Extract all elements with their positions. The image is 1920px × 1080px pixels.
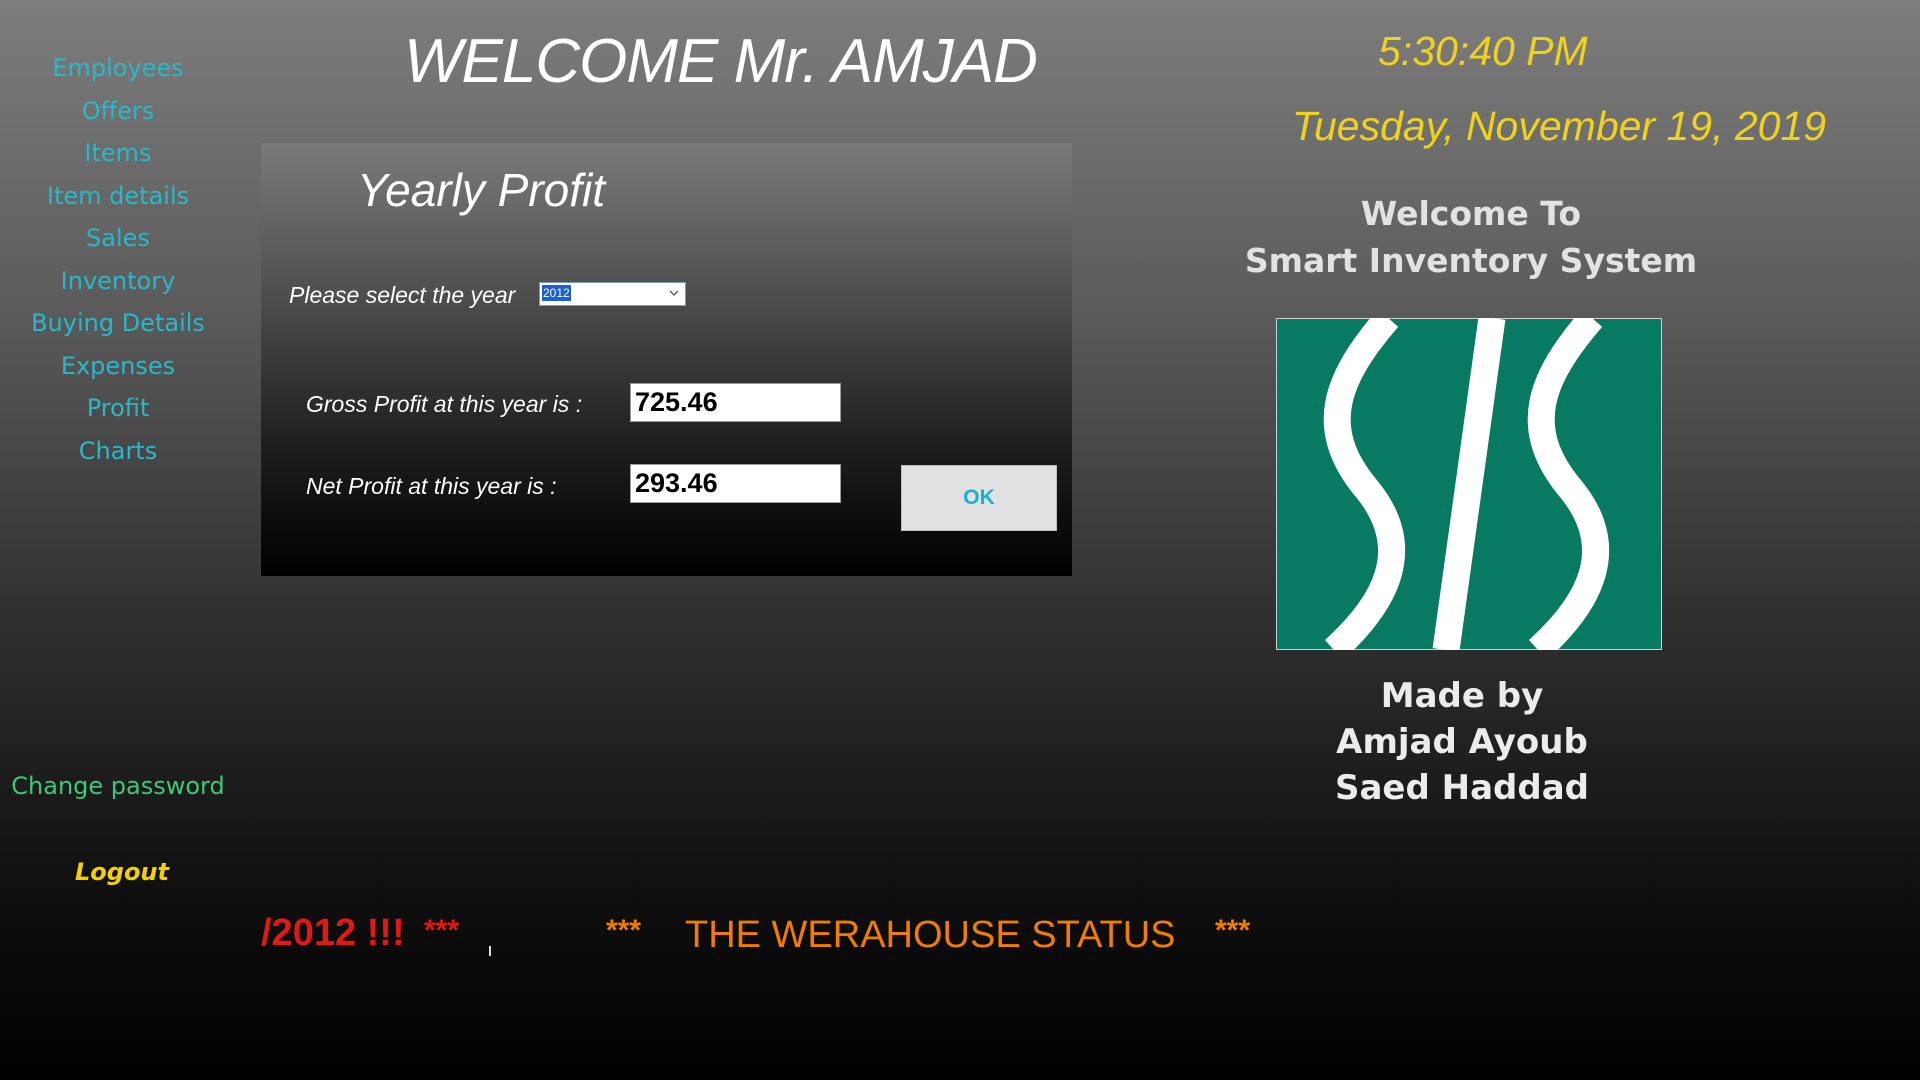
status-marquee: /2012 !!! *** *** THE WERAHOUSE STATUS *… — [261, 912, 1301, 968]
credits: Made by Amjad Ayoub Saed Haddad — [1232, 673, 1692, 811]
marquee-status-text: THE WERAHOUSE STATUS — [685, 914, 1176, 956]
panel-title: Yearly Profit — [357, 164, 605, 216]
marquee-stars-right: *** — [1215, 914, 1251, 947]
system-name-text: Smart Inventory System — [1244, 241, 1698, 280]
nav-items-link[interactable]: Items — [0, 135, 236, 178]
net-profit-label: Net Profit at this year is : — [306, 473, 557, 499]
nav-sales-link[interactable]: Sales — [0, 220, 236, 263]
welcome-heading: WELCOME Mr. AMJAD — [404, 27, 1038, 96]
author-name: Saed Haddad — [1334, 768, 1590, 808]
marquee-caret — [489, 946, 491, 956]
nav-expenses-link[interactable]: Expenses — [0, 348, 236, 391]
sidebar-nav: Employees Offers Items Item details Sale… — [0, 50, 236, 475]
nav-buying-details-link[interactable]: Buying Details — [0, 305, 236, 348]
year-select-value: 2012 — [542, 285, 571, 301]
year-select-label: Please select the year — [289, 282, 516, 308]
welcome-to-text: Welcome To — [1360, 194, 1582, 233]
logout-link[interactable]: Logout — [0, 858, 244, 886]
chevron-down-icon — [669, 290, 679, 296]
nav-inventory-link[interactable]: Inventory — [0, 263, 236, 306]
yearly-profit-panel: Yearly Profit Please select the year 201… — [261, 143, 1072, 576]
welcome-message: Welcome To Smart Inventory System — [1231, 190, 1711, 284]
gross-profit-field[interactable]: 725.46 — [630, 383, 841, 422]
marquee-alert-stars: *** — [424, 914, 460, 947]
nav-profit-link[interactable]: Profit — [0, 390, 236, 433]
marquee-stars-left: *** — [606, 914, 642, 947]
author-name: Amjad Ayoub — [1336, 722, 1588, 762]
nav-employees-link[interactable]: Employees — [0, 50, 236, 93]
nav-offers-link[interactable]: Offers — [0, 93, 236, 136]
marquee-alert-text: /2012 !!! — [261, 912, 405, 954]
made-by-text: Made by — [1380, 676, 1544, 716]
sis-logo — [1276, 318, 1662, 650]
clock-time: 5:30:40 PM — [1378, 28, 1588, 74]
nav-charts-link[interactable]: Charts — [0, 433, 236, 476]
gross-profit-label: Gross Profit at this year is : — [306, 391, 583, 417]
nav-item-details-link[interactable]: Item details — [0, 178, 236, 221]
clock-date: Tuesday, November 19, 2019 — [1292, 103, 1827, 149]
change-password-link[interactable]: Change password — [0, 772, 236, 800]
net-profit-field[interactable]: 293.46 — [630, 464, 841, 503]
ok-button[interactable]: OK — [901, 465, 1057, 531]
year-select[interactable]: 2012 — [539, 282, 686, 306]
